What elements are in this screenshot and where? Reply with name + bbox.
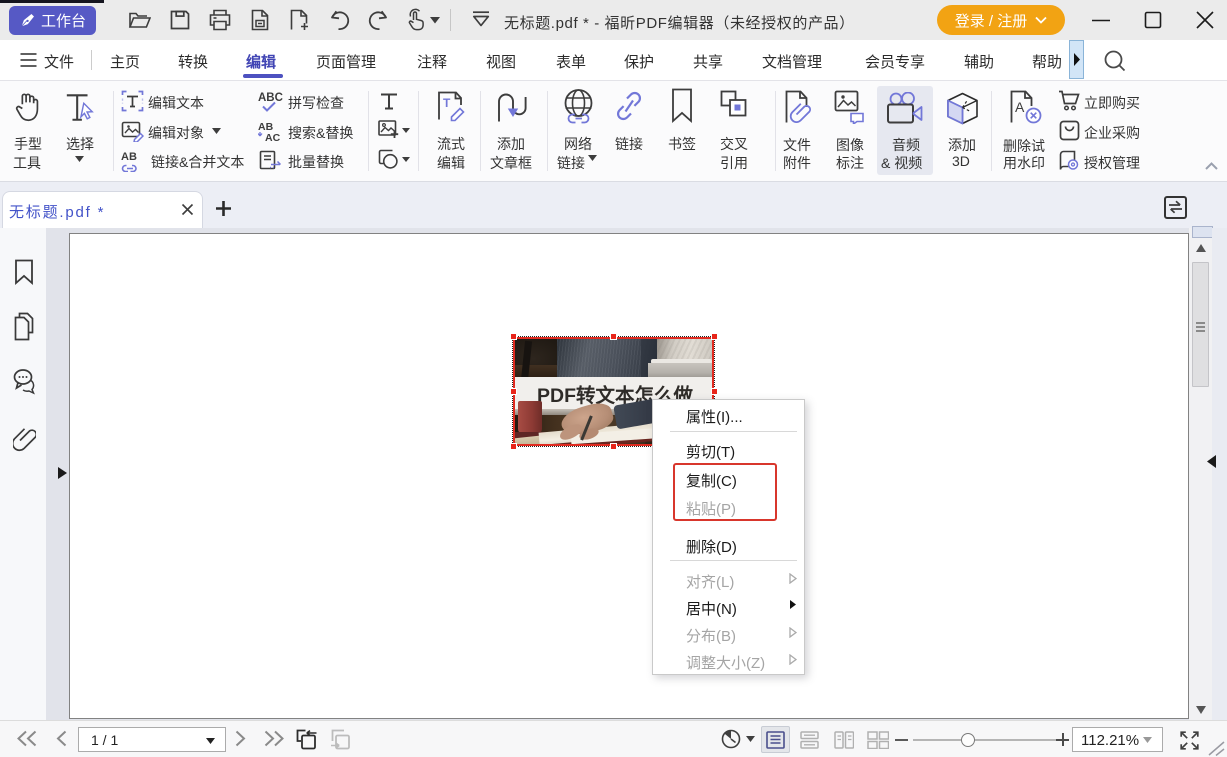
svg-text:ABC: ABC xyxy=(258,92,283,104)
svg-text:AC: AC xyxy=(265,132,281,142)
svg-text:A: A xyxy=(1015,99,1025,115)
svg-text:AB: AB xyxy=(121,151,137,163)
svg-text:T: T xyxy=(443,96,451,110)
